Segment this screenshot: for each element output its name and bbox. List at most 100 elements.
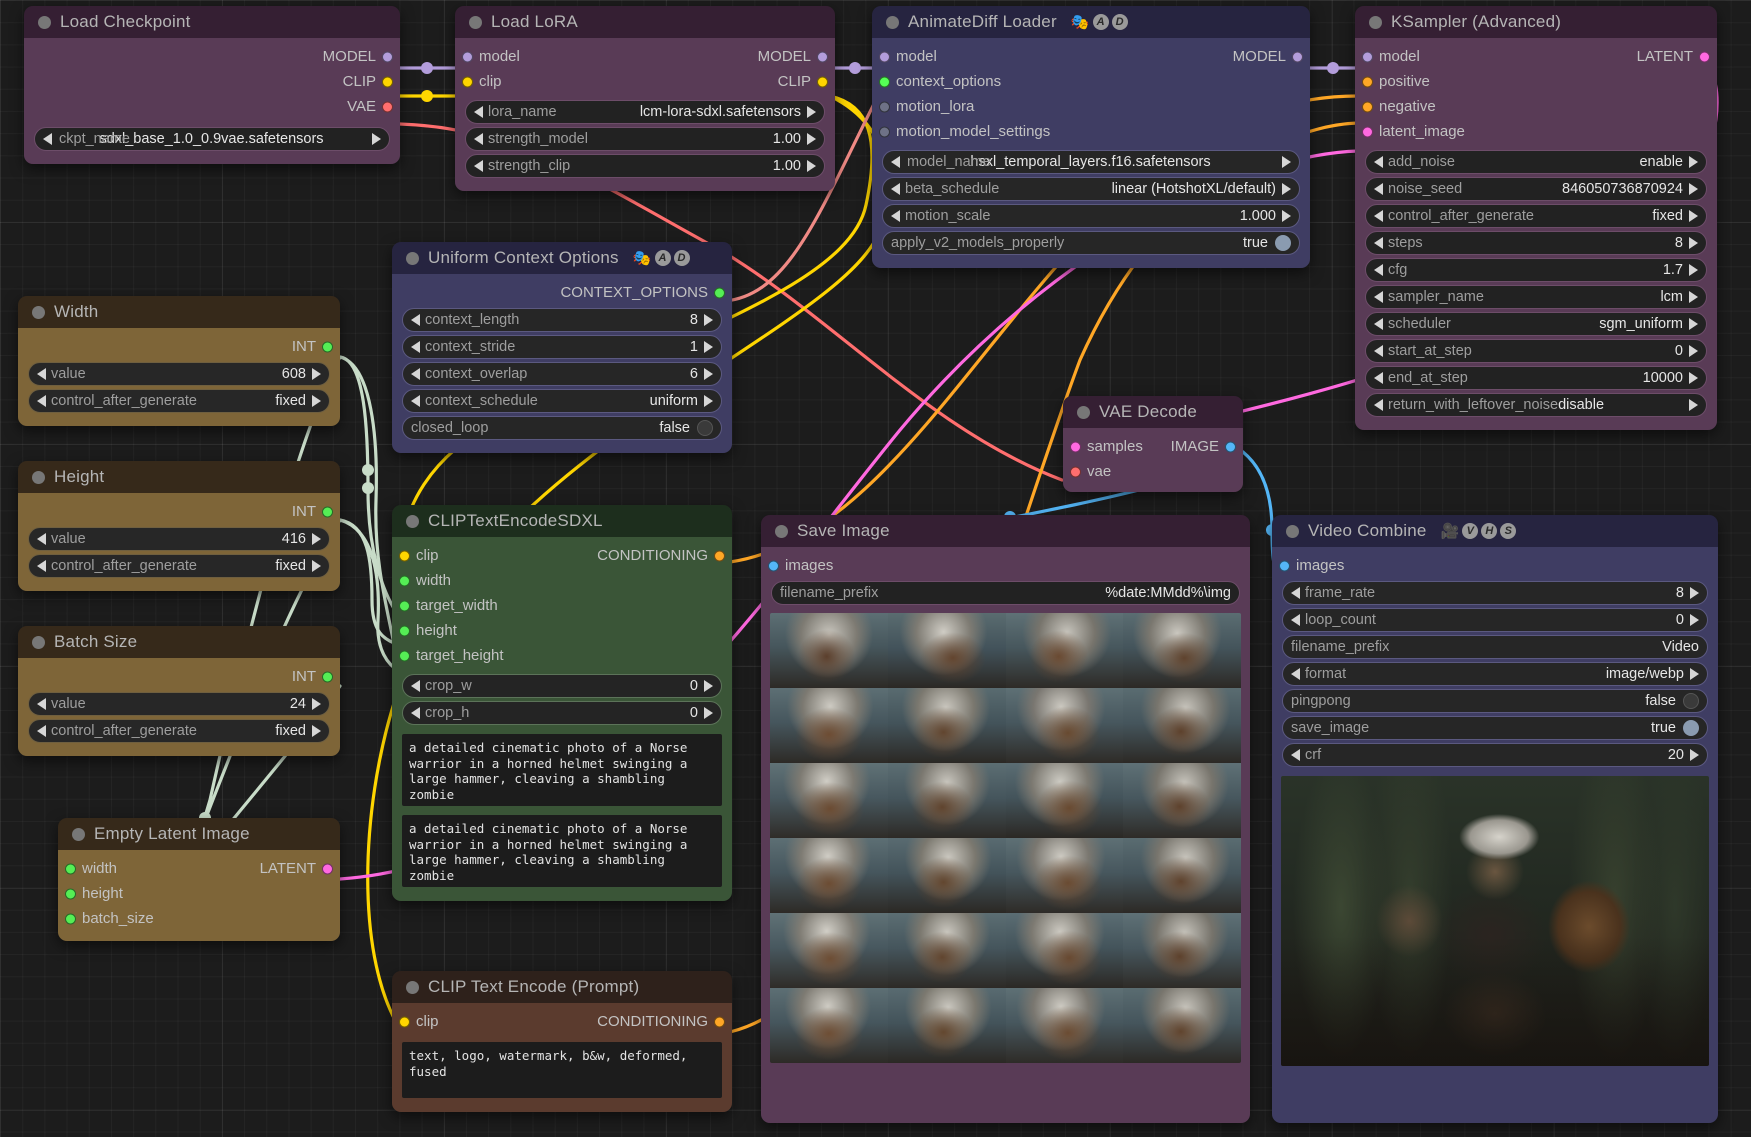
preview-thumbnail[interactable] [770,838,888,913]
widget-pingpong[interactable]: pingpong false [1282,689,1708,713]
port-dot-motion-lora[interactable] [879,101,890,112]
collapse-dot-icon[interactable] [1369,15,1382,29]
node-title-bar[interactable]: Height [18,461,340,493]
preview-thumbnail[interactable] [887,688,1006,763]
port-dot-clip[interactable] [399,550,410,561]
textarea-text-l[interactable]: a detailed cinematic photo of a Norse wa… [402,815,722,887]
port-dot-vae[interactable] [382,101,393,112]
prev-arrow-icon[interactable] [1374,156,1383,168]
widget-start-at-step[interactable]: start_at_step 0 [1365,339,1707,363]
output-slot-int[interactable]: INT [18,334,340,359]
widget-model-name[interactable]: model_name hsxl_temporal_layers.f16.safe… [882,150,1300,174]
node-title-bar[interactable]: Save Image [761,515,1250,547]
node-title-bar[interactable]: Width [18,296,340,328]
collapse-dot-icon[interactable] [886,15,899,29]
widget-filename-prefix[interactable]: filename_prefix %date:MMdd%\img [771,581,1240,605]
widget-sampler-name[interactable]: sampler_name lcm [1365,285,1707,309]
preview-thumbnail[interactable] [1005,913,1124,988]
node-clip-text-encode-prompt[interactable]: CLIP Text Encode (Prompt) clip CONDITION… [392,971,732,1112]
widget-value[interactable]: value 24 [28,692,330,716]
widget-context-length[interactable]: context_length 8 [402,308,722,332]
input-slot-model[interactable]: model LATENT [1355,44,1717,69]
port-dot-width[interactable] [399,575,410,586]
widget-strength-clip[interactable]: strength_clip 1.00 [465,154,825,178]
prev-arrow-icon[interactable] [37,698,46,710]
next-arrow-icon[interactable] [807,106,816,118]
next-arrow-icon[interactable] [1690,614,1699,626]
port-dot-int[interactable] [322,671,333,682]
prev-arrow-icon[interactable] [411,707,420,719]
next-arrow-icon[interactable] [1282,183,1291,195]
next-arrow-icon[interactable] [704,368,713,380]
port-dot-batch-size[interactable] [65,913,76,924]
widget-loop-count[interactable]: loop_count 0 [1282,608,1708,632]
prev-arrow-icon[interactable] [37,560,46,572]
widget-cfg[interactable]: cfg 1.7 [1365,258,1707,282]
comfyui-graph-canvas[interactable]: Load Checkpoint MODEL CLIP VAE ckpt_name… [0,0,1751,1137]
collapse-dot-icon[interactable] [1077,405,1090,419]
port-dot-height[interactable] [399,625,410,636]
input-slot-model[interactable]: model MODEL [872,44,1310,69]
input-slot-vae[interactable]: vae [1063,459,1243,484]
prev-arrow-icon[interactable] [43,133,52,145]
preview-thumbnail[interactable] [1005,763,1124,838]
port-dot-model-out[interactable] [1292,51,1303,62]
port-dot-image-out[interactable] [1225,441,1236,452]
collapse-dot-icon[interactable] [38,15,51,29]
next-arrow-icon[interactable] [1689,237,1698,249]
port-dot-motion-model-settings[interactable] [879,126,890,137]
widget-strength-model[interactable]: strength_model 1.00 [465,127,825,151]
preview-thumbnail[interactable] [1123,763,1241,838]
prev-arrow-icon[interactable] [1291,749,1300,761]
port-dot-target-height[interactable] [399,650,410,661]
port-dot-samples[interactable] [1070,441,1081,452]
prev-arrow-icon[interactable] [1374,345,1383,357]
port-dot-clip[interactable] [462,76,473,87]
node-batch-size[interactable]: Batch Size INT value 24 control_after_ge… [18,626,340,756]
preview-thumbnail[interactable] [1123,913,1241,988]
next-arrow-icon[interactable] [372,133,381,145]
widget-motion-scale[interactable]: motion_scale 1.000 [882,204,1300,228]
port-dot-context-options[interactable] [714,287,725,298]
prev-arrow-icon[interactable] [1291,587,1300,599]
node-title-bar[interactable]: VAE Decode [1063,396,1243,428]
next-arrow-icon[interactable] [1689,318,1698,330]
next-arrow-icon[interactable] [807,133,816,145]
prev-arrow-icon[interactable] [1291,614,1300,626]
output-slot-int[interactable]: INT [18,664,340,689]
port-dot-model-out[interactable] [817,51,828,62]
port-dot-latent-image[interactable] [1362,126,1373,137]
prev-arrow-icon[interactable] [474,106,483,118]
widget-crop-h[interactable]: crop_h 0 [402,701,722,725]
collapse-dot-icon[interactable] [72,827,85,841]
next-arrow-icon[interactable] [704,395,713,407]
prev-arrow-icon[interactable] [474,133,483,145]
next-arrow-icon[interactable] [1690,587,1699,599]
port-dot-clip-out[interactable] [817,76,828,87]
prev-arrow-icon[interactable] [411,368,420,380]
input-slot-clip[interactable]: clip CONDITIONING [392,543,732,568]
preview-thumbnail[interactable] [1005,613,1124,688]
port-dot-width[interactable] [65,863,76,874]
node-title-bar[interactable]: CLIP Text Encode (Prompt) [392,971,732,1003]
preview-thumbnail[interactable] [887,913,1006,988]
prev-arrow-icon[interactable] [1374,237,1383,249]
input-slot-clip[interactable]: clip CONDITIONING [392,1009,732,1034]
widget-control-after-generate[interactable]: control_after_generate fixed [1365,204,1707,228]
widget-save-image[interactable]: save_image true [1282,716,1708,740]
port-dot-context-options[interactable] [879,76,890,87]
port-dot-int[interactable] [322,506,333,517]
widget-steps[interactable]: steps 8 [1365,231,1707,255]
port-dot-height[interactable] [65,888,76,899]
prev-arrow-icon[interactable] [1374,318,1383,330]
preview-thumbnail[interactable] [770,688,888,763]
node-title-bar[interactable]: Video Combine 🎥 V H S [1272,515,1718,547]
widget-control-after-generate[interactable]: control_after_generate fixed [28,389,330,413]
next-arrow-icon[interactable] [312,533,321,545]
next-arrow-icon[interactable] [1689,264,1698,276]
next-arrow-icon[interactable] [312,395,321,407]
next-arrow-icon[interactable] [312,725,321,737]
node-cliptextencodesdxl[interactable]: CLIPTextEncodeSDXL clip CONDITIONING wid… [392,505,732,901]
input-slot-motion-model-settings[interactable]: motion_model_settings [872,119,1310,144]
widget-value[interactable]: value 608 [28,362,330,386]
